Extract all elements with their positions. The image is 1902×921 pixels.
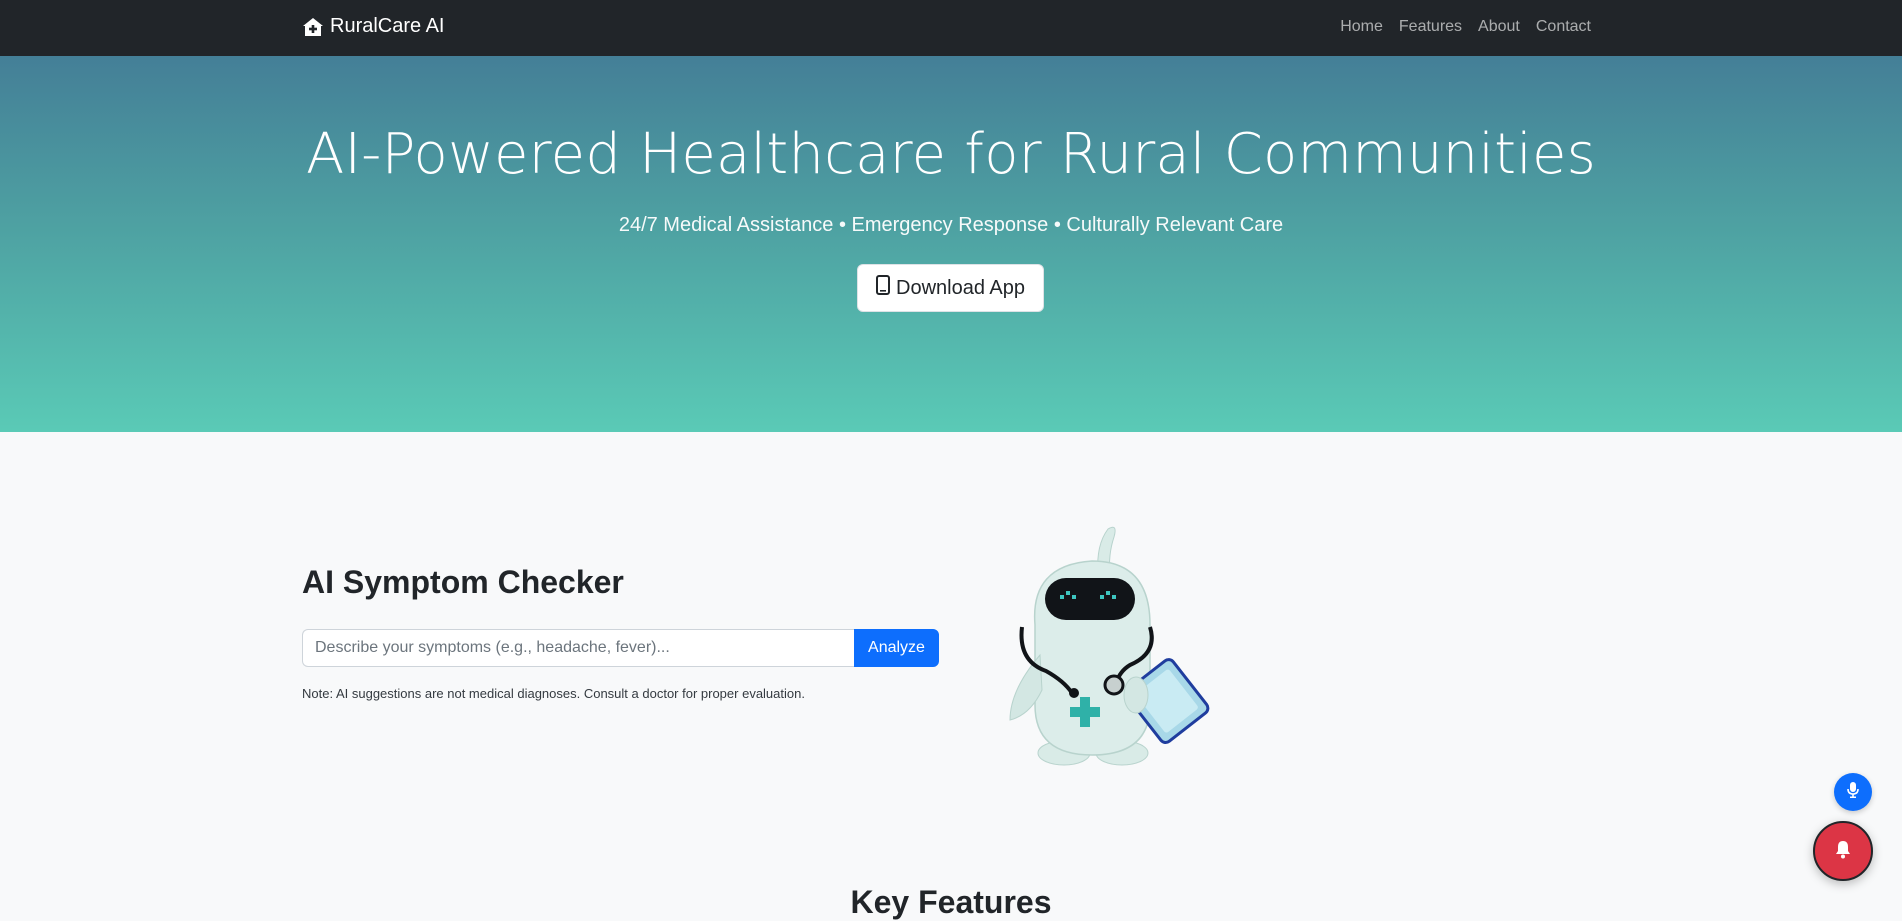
phone-icon [876, 275, 890, 301]
download-app-button[interactable]: Download App [857, 264, 1044, 312]
nav-links: Home Features About Contact [1340, 18, 1591, 36]
hero-title: AI-Powered Healthcare for Rural Communit… [305, 122, 1597, 187]
symptom-input-group: Analyze [302, 629, 939, 667]
nav-link-about[interactable]: About [1478, 18, 1520, 36]
voice-input-button[interactable] [1834, 773, 1872, 811]
house-medical-icon [302, 17, 324, 37]
microphone-icon [1846, 781, 1860, 804]
symptom-checker-title: AI Symptom Checker [302, 564, 624, 600]
analyze-button[interactable]: Analyze [854, 629, 939, 667]
symptom-input[interactable] [302, 629, 854, 667]
disclaimer-note: Note: AI suggestions are not medical dia… [302, 686, 805, 701]
download-app-label: Download App [896, 276, 1025, 299]
hero-section: AI-Powered Healthcare for Rural Communit… [0, 56, 1902, 432]
bell-icon [1834, 839, 1852, 864]
brand-link[interactable]: RuralCare AI [302, 15, 445, 38]
hero-subtitle: 24/7 Medical Assistance • Emergency Resp… [618, 214, 1284, 236]
nav-link-features[interactable]: Features [1399, 18, 1462, 36]
robot-doctor-illustration [1000, 515, 1210, 771]
brand-name: RuralCare AI [330, 15, 445, 37]
navbar: RuralCare AI Home Features About Contact [0, 0, 1902, 56]
nav-link-home[interactable]: Home [1340, 18, 1383, 36]
emergency-alert-button[interactable] [1813, 821, 1873, 881]
key-features-title: Key Features [850, 884, 1052, 920]
nav-link-contact[interactable]: Contact [1536, 18, 1591, 36]
